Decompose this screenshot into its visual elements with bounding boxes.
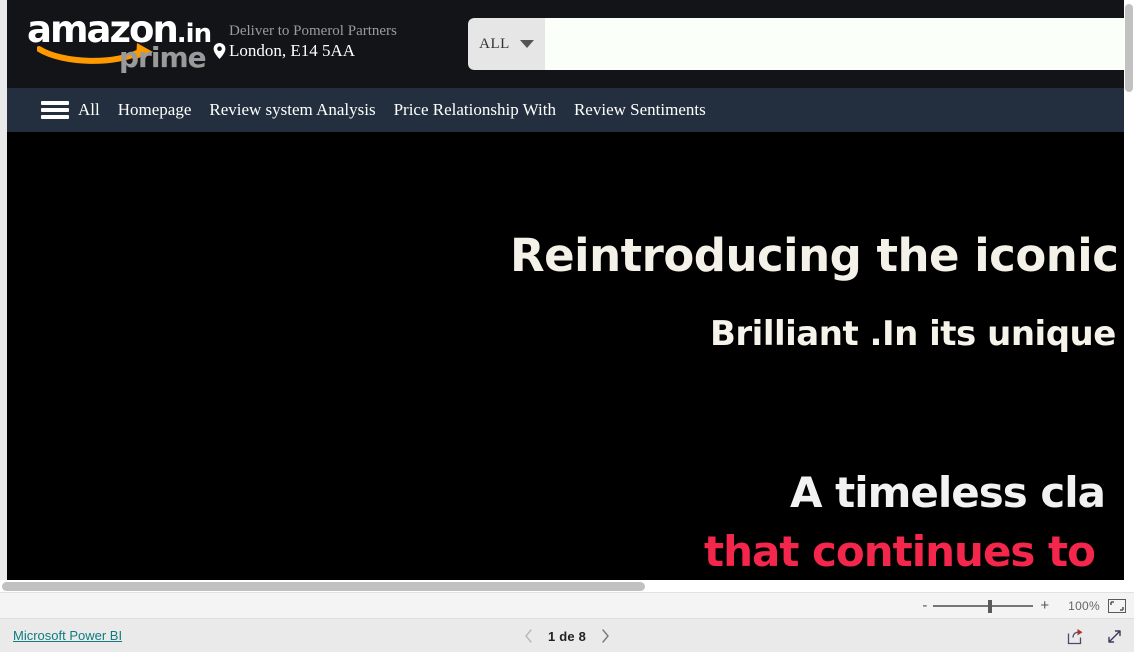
page-navigation: 1 de 8 bbox=[0, 619, 1134, 652]
zoom-slider-handle[interactable] bbox=[988, 599, 993, 613]
zoom-slider[interactable] bbox=[933, 599, 1034, 613]
hero-headline-primary: Reintroducing the iconic A bbox=[510, 229, 1124, 282]
nav-item-price-relationship-with[interactable]: Price Relationship With bbox=[385, 100, 565, 120]
horizontal-scrollbar-thumb[interactable] bbox=[2, 582, 645, 591]
hero-subheadline: Brilliant .In its unique bbox=[710, 314, 1116, 354]
nav-item-homepage[interactable]: Homepage bbox=[109, 100, 201, 120]
hero-tagline-white: A timeless cla bbox=[790, 468, 1106, 517]
power-bi-embedded-report-window: amazon.in prime Deliver to Pomerol Partn… bbox=[0, 0, 1134, 652]
horizontal-scrollbar[interactable] bbox=[0, 580, 1124, 592]
chevron-down-icon bbox=[519, 40, 534, 48]
hamburger-menu-icon bbox=[41, 101, 69, 119]
report-footer-bar: Microsoft Power BI 1 de 8 bbox=[0, 618, 1134, 652]
fullscreen-expand-icon[interactable] bbox=[1106, 628, 1123, 645]
hero-tagline-accent: that continues to bbox=[704, 527, 1096, 576]
page-indicator: 1 de 8 bbox=[547, 628, 587, 644]
delivery-address-block[interactable]: Deliver to Pomerol Partners London, E14 … bbox=[212, 22, 452, 68]
search-input[interactable] bbox=[545, 18, 1124, 70]
search-category-label: ALL bbox=[479, 35, 510, 52]
amazon-nav-bar: All Homepage Review system Analysis Pric… bbox=[7, 88, 1124, 132]
report-page: amazon.in prime Deliver to Pomerol Partn… bbox=[7, 0, 1124, 580]
nav-item-review-system-analysis[interactable]: Review system Analysis bbox=[200, 100, 384, 120]
amazon-prime-logo[interactable]: amazon.in prime bbox=[27, 10, 212, 73]
zoom-out-button[interactable]: - bbox=[916, 598, 933, 613]
sidebar-item-all[interactable]: All bbox=[41, 100, 109, 120]
deliver-to-label: Deliver to Pomerol Partners bbox=[229, 23, 397, 39]
share-icon[interactable] bbox=[1067, 628, 1084, 645]
footer-tools bbox=[1067, 619, 1123, 652]
location-pin-icon bbox=[212, 42, 227, 60]
report-canvas-viewport: amazon.in prime Deliver to Pomerol Partn… bbox=[0, 0, 1134, 592]
vertical-scrollbar[interactable] bbox=[1124, 0, 1134, 580]
chevron-right-icon[interactable] bbox=[600, 628, 611, 644]
zoom-in-button[interactable]: + bbox=[1033, 598, 1056, 613]
report-left-margin bbox=[0, 0, 7, 580]
zoom-toolbar: - + 100% bbox=[0, 592, 1134, 618]
amazon-header-bar: amazon.in prime Deliver to Pomerol Partn… bbox=[7, 0, 1124, 88]
nav-item-review-sentiments[interactable]: Review Sentiments bbox=[565, 100, 715, 120]
chevron-left-icon[interactable] bbox=[523, 628, 534, 644]
hero-banner: Reintroducing the iconic A Brilliant .In… bbox=[7, 132, 1124, 580]
nav-label-all: All bbox=[78, 100, 100, 119]
fit-to-page-icon[interactable] bbox=[1108, 598, 1126, 613]
vertical-scrollbar-thumb[interactable] bbox=[1125, 4, 1133, 92]
delivery-city-postcode: London, E14 5AA bbox=[229, 41, 356, 60]
search-category-dropdown[interactable]: ALL bbox=[468, 18, 545, 70]
prime-wordmark: prime bbox=[119, 41, 207, 74]
amazon-search-bar: ALL bbox=[468, 18, 1124, 70]
zoom-level-label: 100% bbox=[1068, 598, 1100, 613]
